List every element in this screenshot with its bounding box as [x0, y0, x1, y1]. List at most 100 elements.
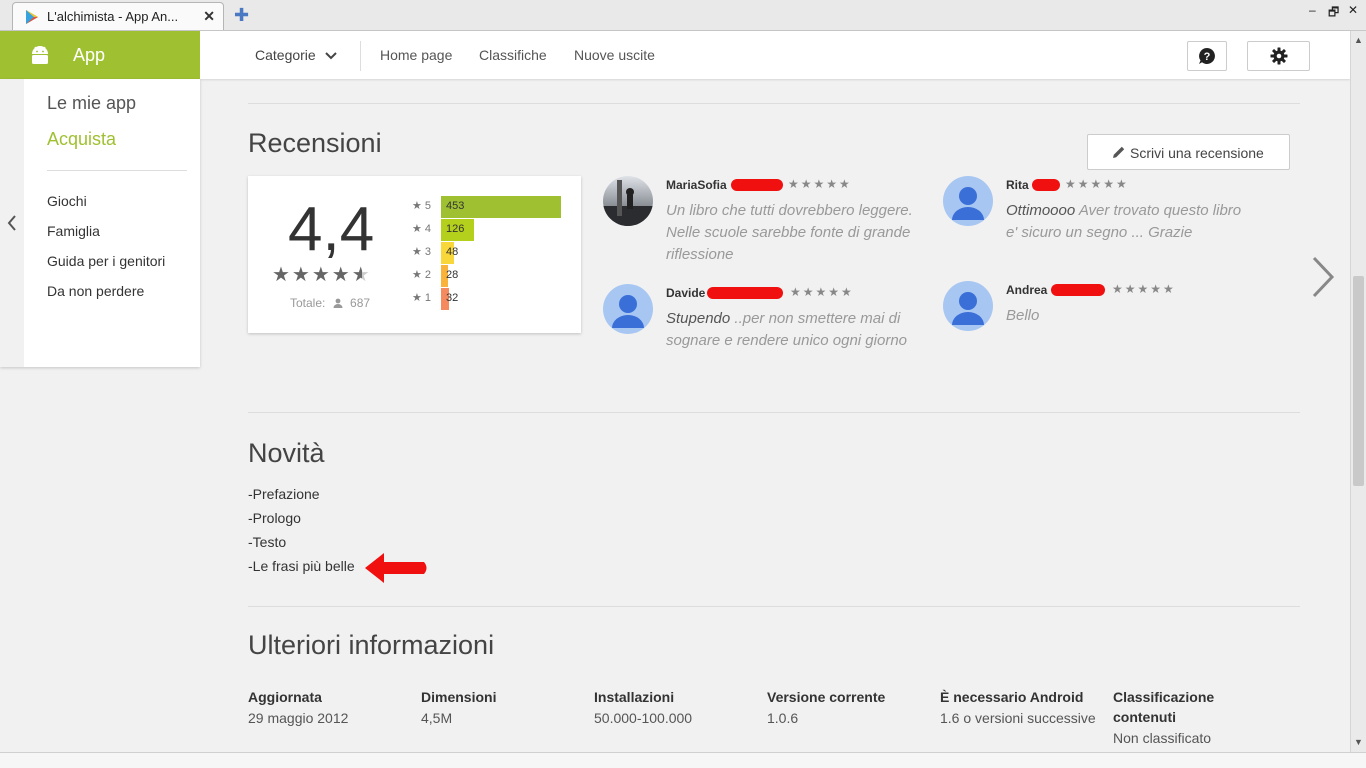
sidebar-shop[interactable]: Acquista — [47, 129, 116, 150]
info-value: 1.6 o versioni successive — [940, 710, 1096, 726]
restore-icon[interactable]: 🗗 — [1328, 3, 1339, 24]
reviewer-name: MariaSofia — [666, 178, 727, 192]
avatar — [943, 281, 993, 331]
review-stars: ★★★★★ — [788, 177, 852, 191]
chevron-down-icon — [324, 52, 337, 60]
scroll-down-icon[interactable]: ▼ — [1354, 737, 1363, 747]
average-stars: ★★★★★ — [272, 262, 372, 287]
review-text: Ottimoooo Aver trovato questo libro e' s… — [1006, 200, 1256, 244]
sidebar-divider — [47, 170, 187, 171]
nav-home[interactable]: Home page — [380, 47, 452, 63]
redaction-mark — [1051, 284, 1105, 296]
rating-summary-card: 4,4 ★★★★★ Totale: 687 ★ 5 453 ★ 4 126 ★ 3 48 ★… — [248, 176, 581, 333]
review-text: Bello — [1006, 305, 1256, 327]
info-requires-android: È necessario Android 1.6 o versioni succ… — [940, 687, 1110, 729]
default-avatar-icon — [952, 187, 984, 220]
pencil-icon — [1113, 146, 1125, 158]
app-header: App Categorie Home page Classifiche Nuov… — [0, 31, 1350, 79]
histogram-count: 126 — [446, 223, 465, 235]
average-star-half: ★ — [351, 264, 372, 286]
sidebar-item-family[interactable]: Famiglia — [47, 223, 100, 239]
avatar — [943, 176, 993, 226]
redaction-mark — [707, 287, 783, 299]
avatar — [603, 284, 653, 334]
histogram-count: 453 — [446, 200, 465, 212]
total-ratings: Totale: 687 — [290, 296, 370, 310]
whats-new-item: -Le frasi più belle — [248, 558, 355, 574]
new-tab-icon[interactable]: ✚ — [234, 6, 252, 24]
categories-dropdown[interactable]: Categorie — [255, 47, 337, 63]
average-stars-full: ★★★★ — [272, 264, 352, 286]
sidebar-my-apps[interactable]: Le mie app — [47, 93, 136, 114]
whats-new-item: -Prefazione — [248, 486, 320, 502]
histogram-row: ★ 5 453 — [412, 196, 572, 218]
sidebar-item-editors-choice[interactable]: Da non perdere — [47, 283, 144, 299]
review-text: Stupendo ..per non smettere mai di sogna… — [666, 308, 916, 352]
histogram-star-label: ★ 4 — [412, 223, 432, 235]
reviewer-name: Davide — [666, 286, 706, 300]
review-body: Bello — [1006, 307, 1040, 324]
reviews-title: Recensioni — [248, 128, 382, 158]
histogram-star-label: ★ 2 — [412, 269, 432, 281]
section-divider — [248, 606, 1300, 607]
review-stars: ★★★★★ — [790, 285, 854, 299]
minimize-icon[interactable]: – — [1309, 3, 1316, 17]
nav-charts[interactable]: Classifiche — [479, 47, 547, 63]
help-button[interactable]: ? — [1187, 41, 1227, 71]
sidebar-item-parent-guide[interactable]: Guida per i genitori — [47, 253, 165, 269]
help-icon: ? — [1199, 48, 1215, 64]
scroll-thumb[interactable] — [1353, 276, 1364, 486]
person-icon — [333, 298, 343, 308]
review-stars: ★★★★★ — [1065, 177, 1129, 191]
info-label: È necessario Android — [940, 689, 1084, 705]
whats-new-item: -Testo — [248, 534, 287, 550]
review-text: Un libro che tutti dovrebbero leggere. N… — [666, 200, 916, 266]
chevron-right-icon[interactable] — [1308, 255, 1338, 299]
info-label: Installazioni — [594, 689, 675, 705]
info-value: 1.0.6 — [767, 710, 799, 726]
android-icon — [32, 46, 48, 64]
whats-new-title: Novità — [248, 438, 325, 468]
play-store-icon — [26, 10, 38, 24]
app-label: App — [73, 45, 106, 65]
review-headline: Stupendo — [666, 310, 731, 327]
histogram-star-label: ★ 5 — [412, 200, 432, 212]
info-value: 29 maggio 2012 — [248, 710, 349, 726]
categories-label: Categorie — [255, 47, 316, 63]
tab-title: L'alchimista - App An... — [47, 9, 179, 24]
scroll-up-icon[interactable]: ▲ — [1354, 35, 1363, 45]
histogram-count: 48 — [446, 246, 459, 258]
info-value: 50.000-100.000 — [594, 710, 693, 726]
more-info-title: Ulteriori informazioni — [248, 630, 495, 660]
reviewer-name: Andrea — [1006, 283, 1048, 297]
total-count: 687 — [350, 296, 371, 310]
sidebar-item-games[interactable]: Giochi — [47, 193, 87, 209]
histogram-count: 28 — [446, 269, 459, 281]
browser-tabbar: L'alchimista - App An... ✕ ✚ – 🗗 ✕ — [0, 0, 1366, 31]
vertical-scrollbar[interactable]: ▲ ▼ — [1350, 31, 1366, 752]
sidebar: Le mie app Acquista Giochi Famiglia Guid… — [0, 79, 200, 367]
photo-avatar-icon — [603, 180, 653, 226]
chevron-left-icon[interactable] — [6, 214, 18, 232]
app-category-tile[interactable]: App — [0, 31, 200, 79]
tab-close-icon[interactable]: ✕ — [203, 8, 215, 25]
sidebar-collapse-strip[interactable] — [0, 79, 24, 367]
info-content-rating: Classificazione contenuti Non classifica… — [1113, 687, 1243, 749]
section-divider — [248, 103, 1300, 104]
info-installs: Installazioni 50.000-100.000 — [594, 687, 764, 729]
section-divider — [248, 412, 1300, 413]
histogram-row: ★ 4 126 — [412, 219, 572, 241]
browser-tab[interactable]: L'alchimista - App An... ✕ — [12, 2, 224, 30]
histogram-star-label: ★ 3 — [412, 246, 432, 258]
whats-new-item: -Prologo — [248, 510, 301, 526]
settings-button[interactable] — [1247, 41, 1310, 71]
default-avatar-icon — [952, 292, 984, 325]
review-body: Un libro che tutti dovrebbero leggere. N… — [666, 202, 913, 263]
info-label: Classificazione contenuti — [1113, 689, 1215, 725]
histogram-count: 32 — [446, 292, 459, 304]
nav-divider — [360, 41, 361, 71]
nav-new-releases[interactable]: Nuove uscite — [574, 47, 655, 63]
window-close-icon[interactable]: ✕ — [1348, 3, 1358, 17]
write-review-button[interactable]: Scrivi una recensione — [1087, 134, 1290, 170]
window-bottom-edge — [0, 752, 1366, 768]
